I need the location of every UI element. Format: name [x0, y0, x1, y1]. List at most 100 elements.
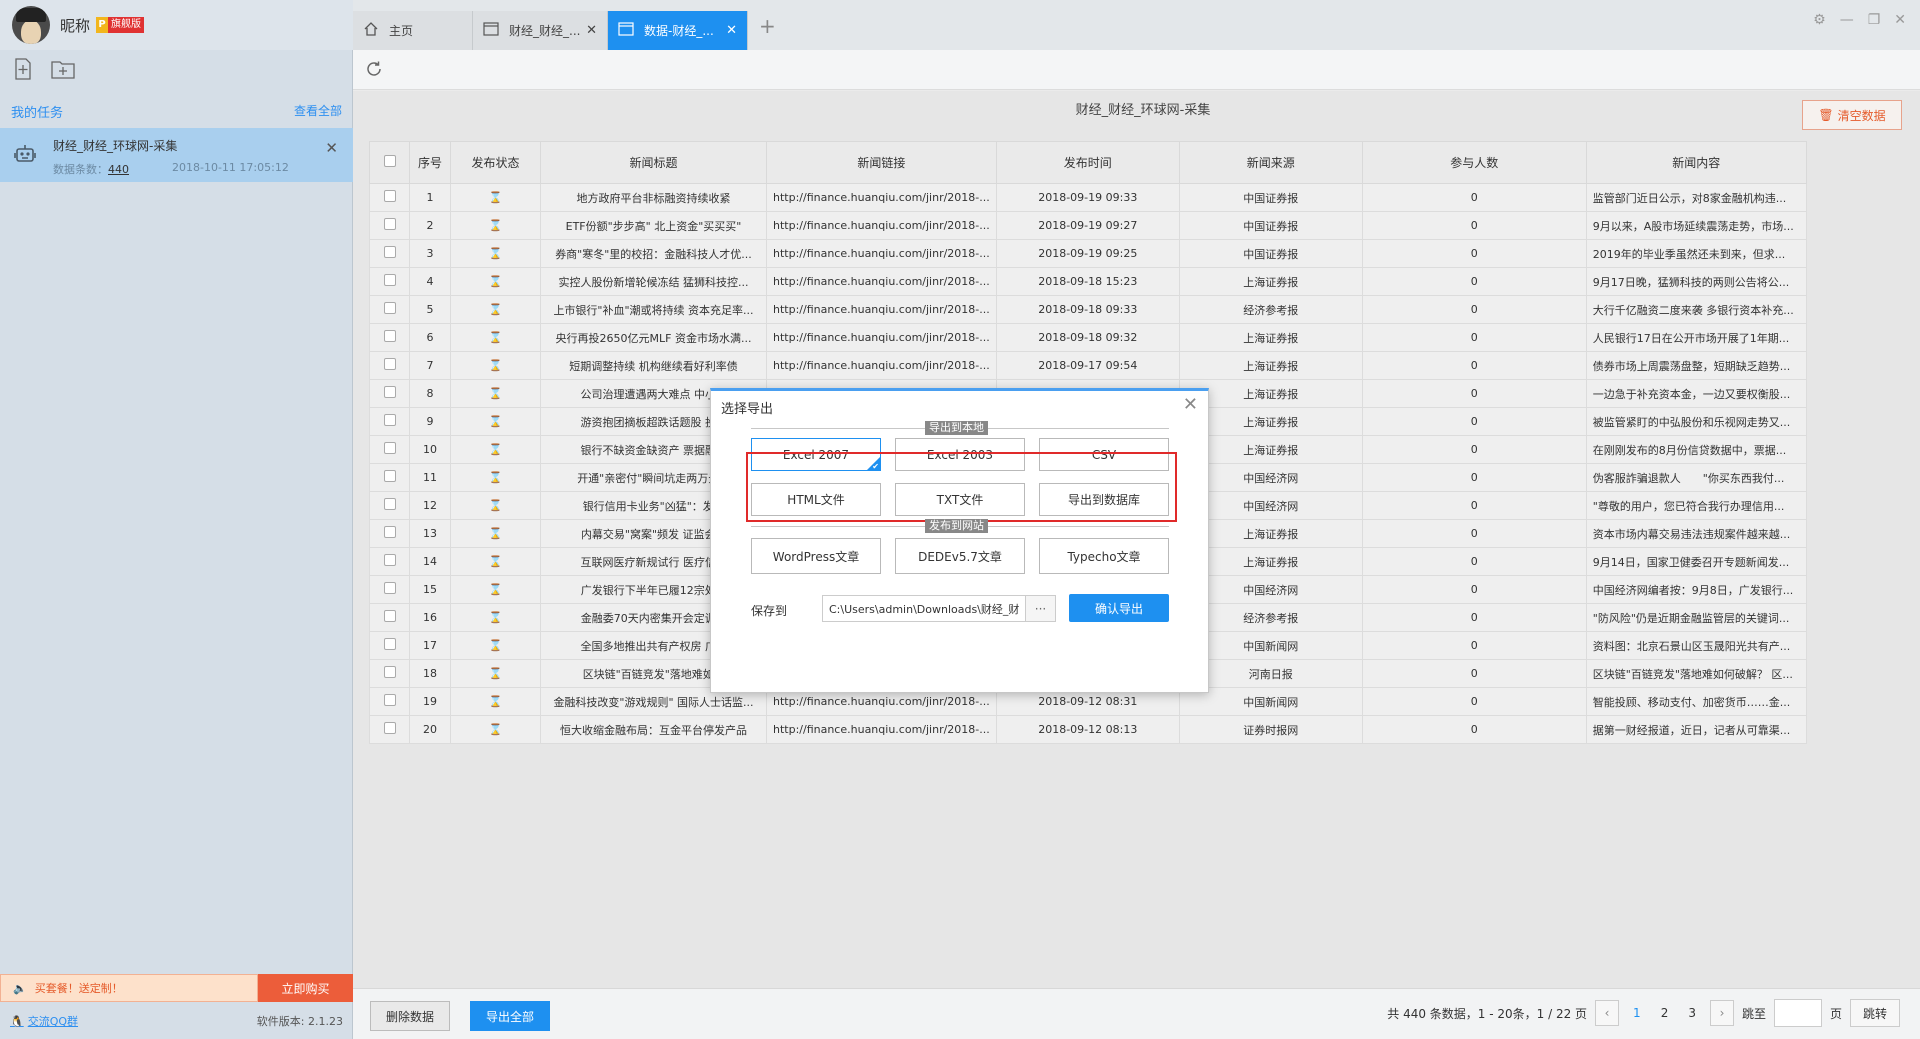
- row-checkbox[interactable]: [383, 470, 396, 482]
- qq-group-link[interactable]: 🐧 交流QQ群: [10, 1013, 78, 1029]
- view-all-link[interactable]: 查看全部: [294, 102, 342, 121]
- row-checkbox[interactable]: [383, 358, 396, 370]
- task-count-value[interactable]: 440: [108, 163, 129, 176]
- avatar[interactable]: [12, 6, 50, 44]
- row-checkbox[interactable]: [383, 610, 396, 622]
- row-checkbox[interactable]: [383, 722, 396, 734]
- row-checkbox[interactable]: [383, 498, 396, 510]
- row-select-cell[interactable]: [369, 463, 410, 492]
- row-checkbox[interactable]: [383, 442, 396, 454]
- column-header[interactable]: 发布状态: [450, 141, 541, 184]
- dialog-close-icon[interactable]: ✕: [1183, 394, 1198, 415]
- table-row[interactable]: 2 ⌛ ETF份额"步步高" 北上资金"买买买" http://finance.hua…: [369, 211, 1807, 240]
- row-checkbox[interactable]: [383, 386, 396, 398]
- publish-wordpress-button[interactable]: WordPress文章: [751, 538, 881, 574]
- row-select-cell[interactable]: [369, 211, 410, 240]
- table-row[interactable]: 3 ⌛ 券商"寒冬"里的校招：金融科技人才优... http://finance.hu…: [369, 239, 1807, 268]
- publish-typecho-button[interactable]: Typecho文章: [1039, 538, 1169, 574]
- row-select-cell[interactable]: [369, 687, 410, 716]
- page-2-link[interactable]: 2: [1655, 1006, 1675, 1020]
- export-excel2007-button[interactable]: Excel 2007: [751, 438, 881, 471]
- table-row[interactable]: 20 ⌛ 恒大收缩金融布局：互金平台停发产品 http://finance.huanq…: [369, 715, 1807, 744]
- prev-page-button[interactable]: ‹: [1595, 1000, 1620, 1026]
- new-task-button[interactable]: [10, 56, 36, 82]
- row-select-cell[interactable]: [369, 659, 410, 688]
- row-select-cell[interactable]: [369, 407, 410, 436]
- row-select-cell[interactable]: [369, 603, 410, 632]
- table-row[interactable]: 4 ⌛ 实控人股份新增轮候冻结 猛狮科技控... http://finance.hua…: [369, 267, 1807, 296]
- tab-data[interactable]: 数据-财经_... ✕: [608, 11, 748, 50]
- page-3-link[interactable]: 3: [1682, 1006, 1702, 1020]
- close-icon[interactable]: ✕: [726, 23, 737, 38]
- column-header[interactable]: 新闻标题: [540, 141, 767, 184]
- row-select-cell[interactable]: [369, 519, 410, 548]
- minimize-icon[interactable]: —: [1840, 12, 1854, 28]
- row-checkbox[interactable]: [383, 330, 396, 342]
- promo-buy-button[interactable]: 立即购买: [258, 974, 353, 1002]
- next-page-button[interactable]: ›: [1709, 1000, 1734, 1026]
- table-row[interactable]: 1 ⌛ 地方政府平台非标融资持续收紧 http://finance.huanqiu.c…: [369, 183, 1807, 212]
- row-checkbox[interactable]: [383, 554, 396, 566]
- row-select-cell[interactable]: [369, 239, 410, 268]
- row-checkbox[interactable]: [383, 190, 396, 202]
- gear-icon[interactable]: ⚙: [1813, 12, 1826, 28]
- refresh-icon[interactable]: [365, 60, 383, 81]
- row-checkbox[interactable]: [383, 526, 396, 538]
- browse-button[interactable]: ···: [1026, 595, 1056, 622]
- tab-task[interactable]: 财经_财经_... ✕: [473, 11, 608, 50]
- export-excel2003-button[interactable]: Excel 2003: [895, 438, 1025, 471]
- row-select-cell[interactable]: [369, 379, 410, 408]
- delete-data-button[interactable]: 删除数据: [370, 1001, 450, 1031]
- table-row[interactable]: 7 ⌛ 短期调整持续 机构继续看好利率债 http://finance.huanqiu…: [369, 351, 1807, 380]
- row-checkbox[interactable]: [383, 414, 396, 426]
- confirm-export-button[interactable]: 确认导出: [1069, 594, 1169, 622]
- row-select-cell[interactable]: [369, 491, 410, 520]
- task-item[interactable]: 财经_财经_环球网-采集 数据条数：440 2018-10-11 17:05:1…: [0, 128, 353, 182]
- restore-icon[interactable]: ❐: [1868, 12, 1881, 28]
- table-row[interactable]: 6 ⌛ 央行再投2650亿元MLF 资金市场水满... http://finance.…: [369, 323, 1807, 352]
- row-checkbox[interactable]: [383, 302, 396, 314]
- jump-button[interactable]: 跳转: [1850, 999, 1900, 1027]
- close-icon[interactable]: ✕: [586, 23, 597, 38]
- select-all-cell[interactable]: [369, 141, 410, 184]
- save-path-input[interactable]: [822, 595, 1026, 622]
- row-checkbox[interactable]: [383, 666, 396, 678]
- column-header[interactable]: 新闻内容: [1585, 141, 1807, 184]
- row-checkbox[interactable]: [383, 694, 396, 706]
- add-tab-icon[interactable]: +: [759, 14, 776, 38]
- clear-data-button[interactable]: 🗑 清空数据: [1802, 100, 1902, 130]
- publish-dede-button[interactable]: DEDEv5.7文章: [895, 538, 1025, 574]
- row-select-cell[interactable]: [369, 575, 410, 604]
- export-txt-button[interactable]: TXT文件: [895, 483, 1025, 516]
- row-checkbox[interactable]: [383, 638, 396, 650]
- row-select-cell[interactable]: [369, 715, 410, 744]
- export-database-button[interactable]: 导出到数据库: [1039, 483, 1169, 516]
- row-select-cell[interactable]: [369, 631, 410, 660]
- table-row[interactable]: 5 ⌛ 上市银行"补血"潮或将持续 资本充足率... http://finance.h…: [369, 295, 1807, 324]
- column-header[interactable]: 序号: [409, 141, 451, 184]
- task-close-icon[interactable]: ✕: [325, 139, 338, 157]
- column-header[interactable]: 新闻来源: [1178, 141, 1363, 184]
- row-select-cell[interactable]: [369, 183, 410, 212]
- page-1-link[interactable]: 1: [1627, 1006, 1647, 1020]
- row-select-cell[interactable]: [369, 267, 410, 296]
- export-all-button[interactable]: 导出全部: [470, 1001, 550, 1031]
- new-folder-button[interactable]: [50, 56, 76, 82]
- row-select-cell[interactable]: [369, 323, 410, 352]
- row-select-cell[interactable]: [369, 351, 410, 380]
- row-select-cell[interactable]: [369, 547, 410, 576]
- tab-home[interactable]: 主页: [353, 11, 473, 50]
- export-csv-button[interactable]: CSV: [1039, 438, 1169, 471]
- row-select-cell[interactable]: [369, 295, 410, 324]
- column-header[interactable]: 参与人数: [1361, 141, 1587, 184]
- export-html-button[interactable]: HTML文件: [751, 483, 881, 516]
- column-header[interactable]: 发布时间: [995, 141, 1180, 184]
- column-header[interactable]: 新闻链接: [766, 141, 997, 184]
- row-checkbox[interactable]: [383, 274, 396, 286]
- row-checkbox[interactable]: [383, 246, 396, 258]
- close-window-icon[interactable]: ✕: [1894, 12, 1906, 28]
- row-checkbox[interactable]: [383, 582, 396, 594]
- goto-page-input[interactable]: [1773, 999, 1822, 1027]
- select-all-checkbox[interactable]: [383, 155, 396, 167]
- row-select-cell[interactable]: [369, 435, 410, 464]
